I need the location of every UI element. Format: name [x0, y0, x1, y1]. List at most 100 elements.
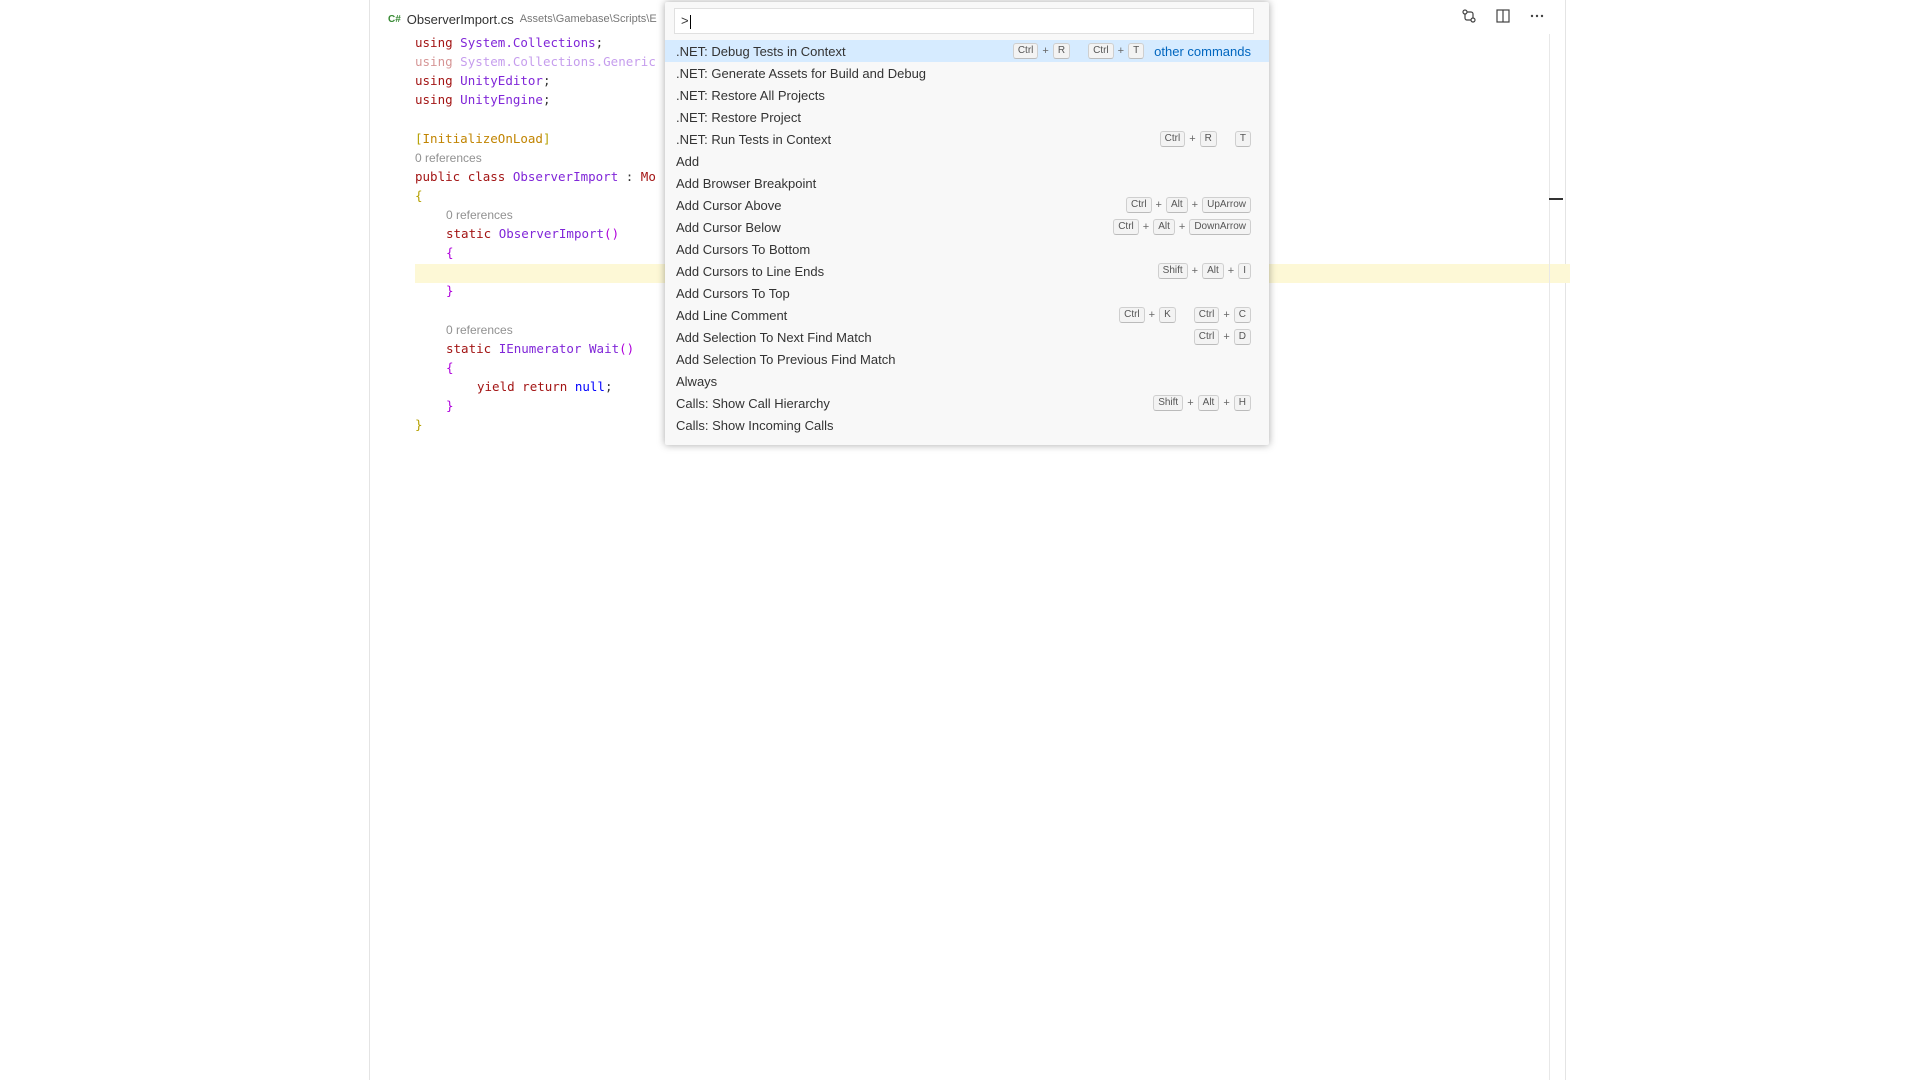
key-cap: Ctrl — [1159, 131, 1186, 147]
code-line: { — [415, 188, 423, 203]
key-cap: Ctrl — [1012, 43, 1039, 59]
key-cap: Ctrl — [1193, 307, 1220, 323]
command-palette-item[interactable]: .NET: Restore All Projects — [665, 84, 1269, 106]
key-cap: T — [1234, 131, 1251, 147]
command-palette-item[interactable]: Always — [665, 370, 1269, 392]
key-cap: Ctrl — [1088, 43, 1114, 59]
code-line: { — [446, 245, 454, 260]
command-label: Add Cursors To Bottom — [676, 241, 811, 257]
code-line: } — [415, 417, 423, 432]
key-plus: + — [1187, 397, 1194, 409]
code-line: using UnityEditor; — [415, 73, 551, 88]
breadcrumb-path[interactable]: Assets\Gamebase\Scripts\E — [520, 13, 657, 25]
keybinding: Ctrl + Alt + UpArrow — [1125, 197, 1251, 213]
open-changes-icon[interactable] — [1459, 6, 1479, 26]
code-line: } — [446, 283, 454, 298]
command-palette-item[interactable]: Add — [665, 150, 1269, 172]
other-commands-link[interactable]: other commands — [1154, 44, 1251, 59]
key-plus: + — [1223, 331, 1230, 343]
command-label: Add Selection To Previous Find Match — [676, 351, 896, 367]
key-cap: Alt — [1197, 395, 1220, 411]
key-plus: + — [1191, 265, 1199, 277]
code-line: using UnityEngine; — [415, 92, 551, 107]
key-cap: T — [1128, 43, 1145, 59]
command-palette-item[interactable]: Add Selection To Previous Find Match — [665, 348, 1269, 370]
command-palette-item[interactable]: Add Browser Breakpoint — [665, 172, 1269, 194]
key-cap: Ctrl — [1125, 197, 1152, 213]
code-area[interactable]: using System.Collections; using System.C… — [415, 34, 656, 432]
command-palette-item[interactable]: Calls: Show Incoming Calls — [665, 414, 1269, 436]
command-palette-item[interactable]: Calls: Show Call Hierarchy Shift + Alt + H — [665, 392, 1269, 414]
keybinding: Ctrl + D — [1193, 329, 1251, 345]
command-palette-item[interactable]: Add Selection To Next Find Match Ctrl + D — [665, 326, 1269, 348]
command-palette-item[interactable]: .NET: Run Tests in Context Ctrl + R T — [665, 128, 1269, 150]
command-palette-item[interactable]: .NET: Generate Assets for Build and Debu… — [665, 62, 1269, 84]
key-plus: + — [1148, 309, 1156, 321]
code-line: public class ObserverImport : Mo — [415, 169, 656, 184]
csharp-file-icon: C# — [388, 13, 401, 25]
command-palette-item[interactable]: Add Cursors To Bottom — [665, 238, 1269, 260]
code-line: static IEnumerator Wait() — [446, 341, 635, 356]
split-editor-icon[interactable] — [1493, 6, 1513, 26]
key-plus: + — [1155, 199, 1162, 211]
key-plus: + — [1223, 397, 1230, 409]
breadcrumb-filename[interactable]: ObserverImport.cs — [407, 12, 514, 27]
command-palette-item[interactable]: Add Line Comment Ctrl + K Ctrl + C — [665, 304, 1269, 326]
key-cap: DownArrow — [1189, 219, 1251, 235]
key-cap: Ctrl — [1193, 329, 1220, 345]
codelens-references[interactable]: 0 references — [415, 149, 482, 167]
key-cap: K — [1159, 307, 1176, 323]
key-plus: + — [1142, 221, 1150, 233]
key-cap: R — [1052, 43, 1071, 59]
command-palette-item[interactable]: .NET: Restore Project — [665, 106, 1269, 128]
editor-actions — [1459, 6, 1547, 26]
keybinding: Ctrl + Alt + DownArrow — [1113, 219, 1251, 235]
command-label: Add Cursor Above — [676, 197, 782, 213]
key-cap: UpArrow — [1202, 197, 1251, 213]
command-label: Add Browser Breakpoint — [676, 175, 817, 191]
breadcrumb: C# ObserverImport.cs Assets\Gamebase\Scr… — [388, 10, 657, 28]
command-palette-list: .NET: Debug Tests in Context Ctrl + R Ctrl + T… — [665, 40, 1269, 436]
command-label: .NET: Restore Project — [676, 109, 801, 125]
code-line: using System.Collections; — [415, 35, 604, 50]
code-line: { — [446, 360, 454, 375]
keybinding: Shift + Alt + I — [1157, 263, 1251, 279]
key-cap: R — [1199, 131, 1217, 147]
command-label: .NET: Debug Tests in Context — [676, 43, 846, 59]
code-line: using System.Collections.Generic — [415, 54, 656, 69]
key-plus: + — [1178, 221, 1186, 233]
more-actions-icon[interactable] — [1527, 6, 1547, 26]
key-cap: H — [1233, 395, 1251, 411]
key-cap: Alt — [1153, 219, 1175, 235]
command-palette: > .NET: Debug Tests in Context Ctrl + R Ctrl… — [665, 2, 1269, 445]
command-label: Add Line Comment — [676, 307, 788, 323]
command-palette-item[interactable]: Add Cursor Below Ctrl + Alt + DownArrow — [665, 216, 1269, 238]
key-cap: Shift — [1153, 395, 1184, 411]
command-palette-item[interactable]: .NET: Debug Tests in Context Ctrl + R Ctrl + T… — [665, 40, 1269, 62]
command-label: Add Selection To Next Find Match — [676, 329, 872, 345]
key-cap: Shift — [1157, 263, 1188, 279]
key-plus: + — [1223, 309, 1230, 321]
keybinding: Ctrl + R Ctrl + T — [1012, 43, 1145, 59]
key-cap: I — [1238, 263, 1251, 279]
key-plus: + — [1042, 45, 1049, 57]
key-cap: D — [1233, 329, 1251, 345]
command-label: Add Cursors To Top — [676, 285, 790, 301]
command-palette-item[interactable]: Add Cursors To Top — [665, 282, 1269, 304]
key-plus: + — [1227, 265, 1235, 277]
command-palette-item[interactable]: Add Cursors to Line Ends Shift + Alt + I — [665, 260, 1269, 282]
codelens-references[interactable]: 0 references — [446, 206, 513, 224]
codelens-references[interactable]: 0 references — [446, 321, 513, 339]
key-cap: C — [1233, 307, 1251, 323]
command-palette-item[interactable]: Add Cursor Above Ctrl + Alt + UpArrow — [665, 194, 1269, 216]
command-label: Calls: Show Incoming Calls — [676, 417, 834, 433]
vertical-scrollbar[interactable] — [1549, 34, 1550, 1080]
command-label: Always — [676, 373, 718, 389]
command-palette-input[interactable]: > — [674, 8, 1254, 34]
command-label: Calls: Show Call Hierarchy — [676, 395, 830, 411]
key-plus: + — [1189, 133, 1196, 145]
key-cap: Alt — [1165, 197, 1188, 213]
key-cap: Ctrl — [1113, 219, 1139, 235]
code-line: } — [446, 398, 454, 413]
keybinding: Ctrl + R T — [1159, 131, 1251, 147]
